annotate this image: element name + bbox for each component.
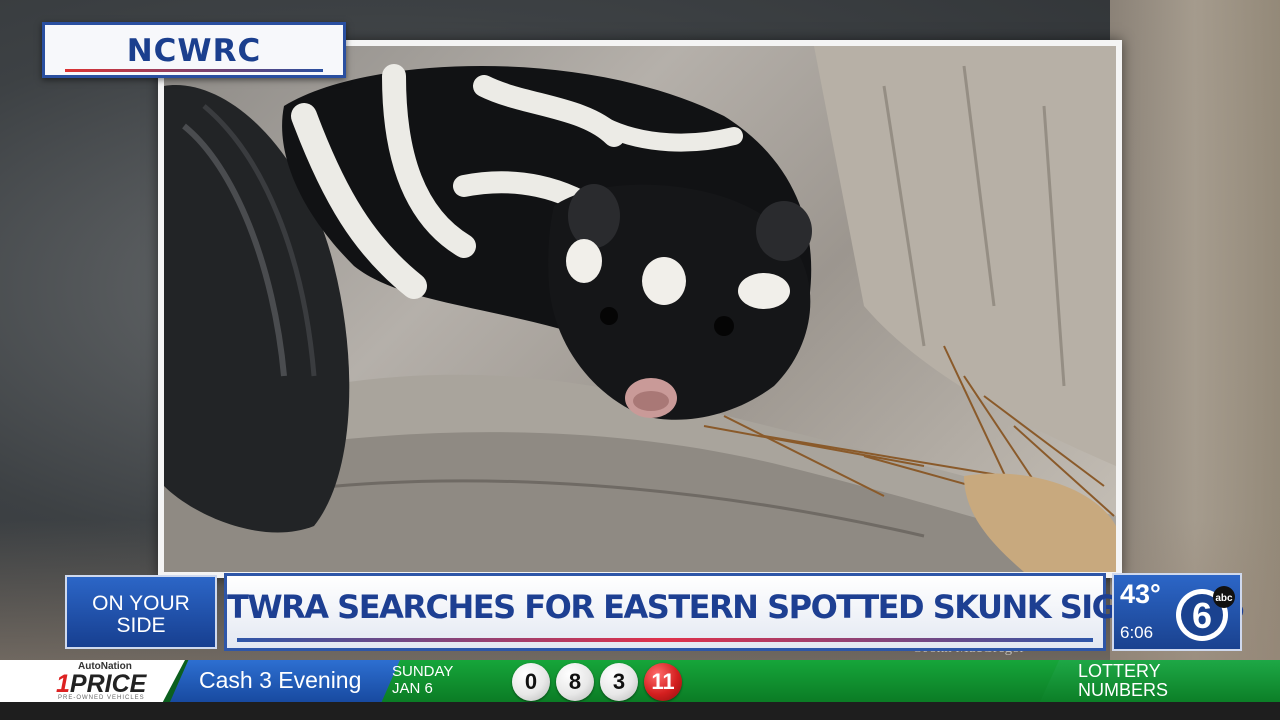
station-number: 6 xyxy=(1192,595,1212,636)
temperature: 43° xyxy=(1120,579,1161,609)
sponsor-sub: PRE-OWNED VEHICLES xyxy=(58,695,145,701)
station-logo-icon: 6 abc xyxy=(1176,586,1235,641)
source-tag: NCWRC xyxy=(42,22,346,78)
segment-badge-line1: ON YOUR xyxy=(92,592,190,615)
sponsor-logo: AutoNation 1PRICE PRE-OWNED VEHICLES xyxy=(0,660,185,702)
photo-frame xyxy=(158,40,1122,578)
lottery-label-line2: NUMBERS xyxy=(1078,680,1169,700)
sponsor-brand-word: PRICE xyxy=(69,670,147,698)
weather-box: 43° 6:06 6 abc xyxy=(1112,573,1242,651)
skunk-photo xyxy=(164,46,1116,572)
draw-day: SUNDAY xyxy=(392,663,454,680)
source-tag-text: NCWRC xyxy=(126,33,262,69)
bottom-strip xyxy=(0,702,1280,720)
ticker-green-bar xyxy=(380,660,1070,702)
headline-rule xyxy=(237,638,1093,642)
sponsor-brand-number: 1 xyxy=(56,670,70,698)
skunk-illustration xyxy=(164,46,1116,572)
segment-badge: ON YOUR SIDE xyxy=(65,575,217,649)
segment-badge-line2: SIDE xyxy=(116,614,166,637)
draw-date: JAN 6 xyxy=(392,680,433,697)
network-logo: abc xyxy=(1215,593,1233,604)
clock-time: 6:06 xyxy=(1120,623,1154,642)
lottery-ball-bonus: 11 xyxy=(644,663,682,701)
source-tag-rule xyxy=(65,69,323,72)
headline-text: TWRA SEARCHES FOR EASTERN SPOTTED SKUNK … xyxy=(227,588,1246,626)
game-name: Cash 3 Evening xyxy=(199,667,362,693)
lottery-ball: 0 xyxy=(512,663,550,701)
lottery-ball: 3 xyxy=(600,663,638,701)
headline-bar: TWRA SEARCHES FOR EASTERN SPOTTED SKUNK … xyxy=(224,573,1246,651)
lottery-ball: 8 xyxy=(556,663,594,701)
lottery-label-line1: LOTTERY xyxy=(1078,661,1161,681)
